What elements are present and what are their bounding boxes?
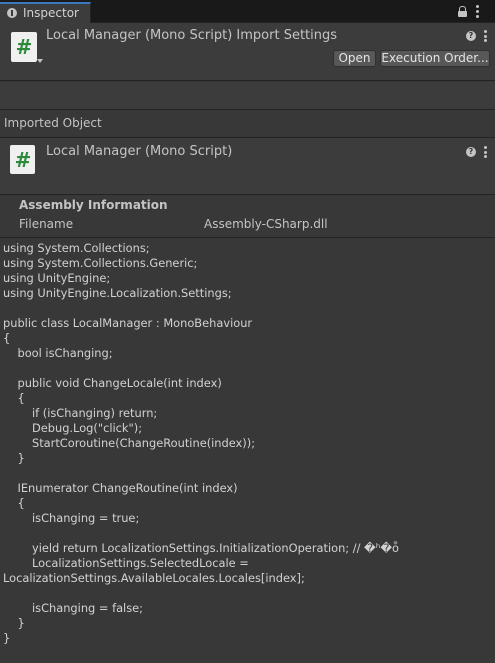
code-line: } [3,451,25,465]
code-line: public class LocalManager : MonoBehaviou… [3,316,253,330]
code-line: if (isChanging) return; [3,406,158,420]
script-preview: using System.Collections; using System.C… [0,238,495,663]
code-line: using UnityEngine.Localization.Settings; [3,286,232,300]
filename-value: Assembly-CSharp.dll [204,217,328,231]
info-icon [7,8,17,18]
lock-icon[interactable] [458,6,467,17]
assembly-info-title: Assembly Information [19,198,168,212]
chevron-down-icon[interactable] [37,59,43,63]
code-line: LocalizationSettings.AvailableLocales.Lo… [3,571,305,585]
code-line: bool isChanging; [3,346,113,360]
code-line: } [3,631,11,645]
tab-inspector[interactable]: Inspector [0,2,91,23]
code-line: public void ChangeLocale(int index) [3,376,222,390]
header-kebab-icon[interactable] [484,30,487,42]
tab-bar: Inspector [0,0,495,23]
execution-order-button[interactable]: Execution Order... [380,50,490,67]
code-line: { [3,331,11,345]
kebab-menu-icon[interactable] [476,5,479,18]
help-icon[interactable]: ? [466,31,476,41]
divider [0,194,495,195]
inspector-header: # Local Manager (Mono Script) Import Set… [0,23,495,81]
code-line: using System.Collections; [3,241,150,255]
tab-inspector-label: Inspector [23,6,79,20]
help-icon[interactable]: ? [466,147,476,157]
code-line: using UnityEngine; [3,271,111,285]
code-line: LocalizationSettings.SelectedLocale = [3,556,249,570]
code-line: using System.Collections.Generic; [3,256,198,270]
code-line: { [3,496,25,510]
code-line: } [3,616,25,630]
header-title: Local Manager (Mono Script) Import Setti… [46,28,338,43]
open-button[interactable]: Open [333,50,376,67]
script-file-icon[interactable]: # [11,32,37,62]
code-line: yield return LocalizationSettings.Initia… [3,541,399,555]
code-line: StartCoroutine(ChangeRoutine(index)); [3,436,256,450]
code-line: { [3,391,25,405]
code-line: IEnumerator ChangeRoutine(int index) [3,481,238,495]
header-spacer [0,82,495,110]
script-file-icon: # [10,145,35,174]
imported-object-title: Local Manager (Mono Script) [46,144,233,159]
object-kebab-icon[interactable] [484,146,487,158]
code-line: isChanging = false; [3,601,144,615]
code-line: isChanging = true; [3,511,140,525]
code-line: Debug.Log("click"); [3,421,143,435]
filename-label: Filename [19,217,74,231]
imported-object-label: Imported Object [4,116,102,130]
